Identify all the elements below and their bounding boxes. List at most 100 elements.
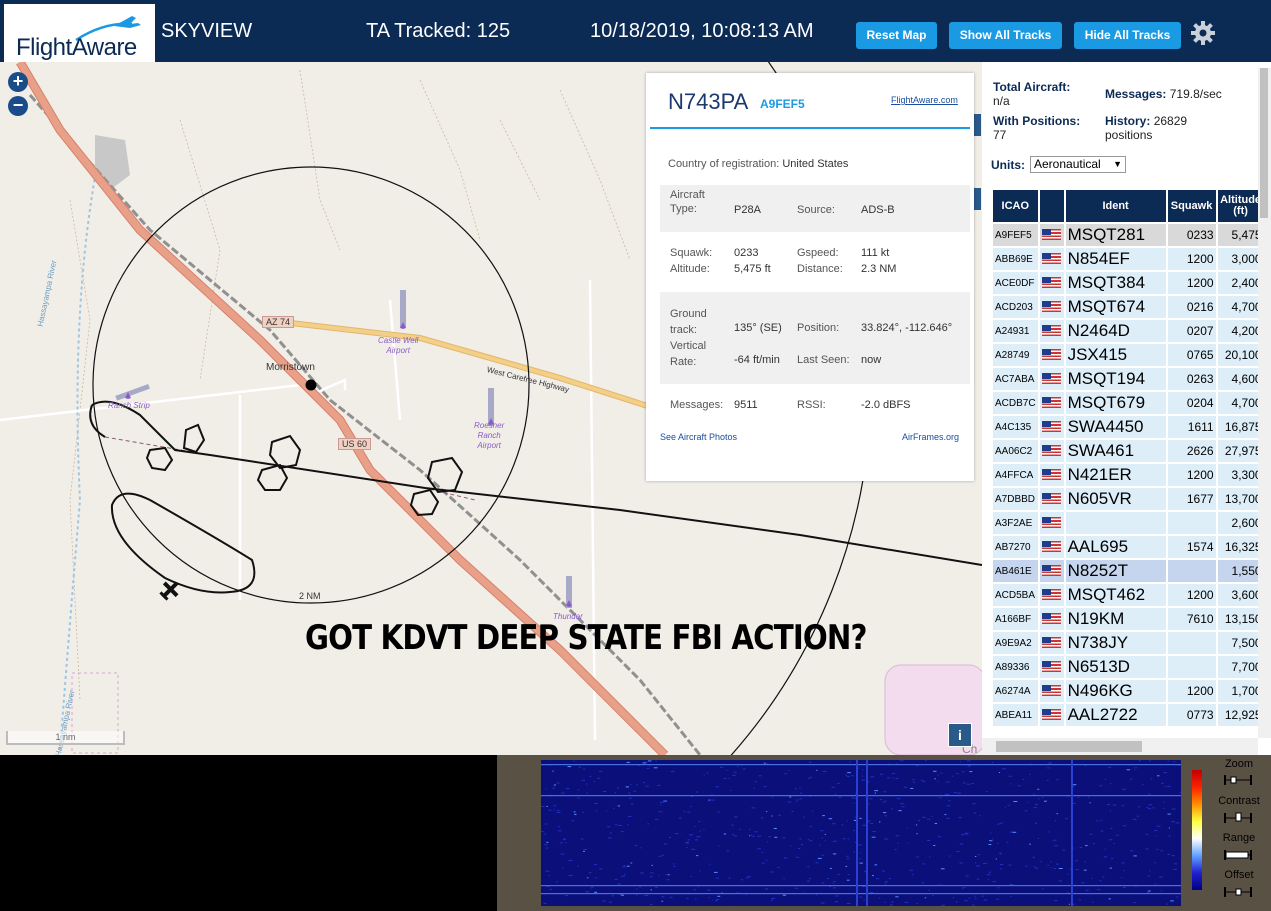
flag-cell [1039, 464, 1064, 486]
range-slider[interactable] [1222, 849, 1254, 860]
squawk-cell: 0204 [1167, 392, 1216, 414]
us-flag-icon [1041, 229, 1061, 241]
ident-cell: SWA4450 [1065, 416, 1166, 438]
icao-cell: AB461E [993, 560, 1038, 582]
flag-cell [1039, 656, 1064, 678]
horizontal-scrollbar[interactable] [982, 738, 1258, 755]
squawk-cell: 1200 [1167, 272, 1216, 294]
gspeed-value: 111 kt [861, 247, 890, 259]
ident-cell: MSQT281 [1065, 224, 1166, 246]
flag-cell [1039, 632, 1064, 654]
units-select[interactable]: Aeronautical ▼ [1030, 156, 1126, 173]
offset-slider[interactable] [1222, 886, 1254, 897]
col-icao[interactable]: ICAO [993, 190, 1038, 222]
scroll-thumb[interactable] [996, 741, 1142, 752]
table-row[interactable]: AB461E N8252T 1,550 [993, 560, 1264, 582]
altitude-cell: 27,975 [1217, 440, 1264, 462]
ident-cell: N421ER [1065, 464, 1166, 486]
panel-tab[interactable] [973, 188, 981, 210]
altitude-cell: 1,550 [1217, 560, 1264, 582]
table-row[interactable]: A3F2AE 2,600 [993, 512, 1264, 534]
col-squawk[interactable]: Squawk [1167, 190, 1216, 222]
aircraft-photos-link[interactable]: See Aircraft Photos [660, 432, 737, 442]
table-row[interactable]: A9FEF5 MSQT281 0233 5,475 [993, 224, 1264, 246]
aircraft-sidebar: Total Aircraft: n/a Messages: 719.8/sec W… [982, 62, 1271, 755]
us-flag-icon [1041, 349, 1061, 361]
panel-divider [650, 127, 970, 129]
scroll-thumb[interactable] [1260, 68, 1268, 218]
airframes-link[interactable]: AirFrames.org [902, 432, 959, 442]
gear-icon[interactable] [1190, 20, 1216, 46]
flag-cell [1039, 344, 1064, 366]
col-altitude[interactable]: Altitude (ft) [1217, 190, 1264, 222]
icao-cell: AC7ABA [993, 368, 1038, 390]
icao-cell: ABEA11 [993, 704, 1038, 726]
zoom-in-button[interactable]: + [8, 72, 28, 92]
table-row[interactable]: A28749 JSX415 0765 20,100 [993, 344, 1264, 366]
table-row[interactable]: A9E9A2 N738JY 7,500 [993, 632, 1264, 654]
col-ident[interactable]: Ident [1065, 190, 1166, 222]
reset-map-button[interactable]: Reset Map [856, 22, 937, 49]
ident-cell: AAL2722 [1065, 704, 1166, 726]
col-flag[interactable] [1039, 190, 1064, 222]
spectrum-waterfall [541, 760, 1181, 906]
table-row[interactable]: AB7270 AAL695 1574 16,325 [993, 536, 1264, 558]
ident-cell: AAL695 [1065, 536, 1166, 558]
flag-cell [1039, 608, 1064, 630]
table-row[interactable]: AC7ABA MSQT194 0263 4,600 [993, 368, 1264, 390]
table-row[interactable]: AA06C2 SWA461 2626 27,975 [993, 440, 1264, 462]
table-row[interactable]: ACD5BA MSQT462 1200 3,600 [993, 584, 1264, 606]
logo-text: FlightAware [16, 34, 137, 61]
table-row[interactable]: ACE0DF MSQT384 1200 2,400 [993, 272, 1264, 294]
table-row[interactable]: A4FFCA N421ER 1200 3,300 [993, 464, 1264, 486]
squawk-cell: 0233 [1167, 224, 1216, 246]
flag-cell [1039, 272, 1064, 294]
table-row[interactable]: ACD203 MSQT674 0216 4,700 [993, 296, 1264, 318]
altitude-cell: 3,000 [1217, 248, 1264, 270]
ident-cell: SWA461 [1065, 440, 1166, 462]
ident-cell: MSQT462 [1065, 584, 1166, 606]
panel-tab[interactable] [973, 114, 981, 136]
squawk-cell: 2626 [1167, 440, 1216, 462]
table-row[interactable]: A7DBBD N605VR 1677 13,700 [993, 488, 1264, 510]
ident-cell: N605VR [1065, 488, 1166, 510]
history-stat: History: 26829 positions [1105, 114, 1188, 142]
info-button[interactable]: i [948, 723, 972, 747]
table-row[interactable]: A89336 N6513D 7,700 [993, 656, 1264, 678]
table-row[interactable]: A24931 N2464D 0207 4,200 [993, 320, 1264, 342]
show-all-tracks-button[interactable]: Show All Tracks [949, 22, 1062, 49]
position-label: Position: [797, 322, 840, 334]
icao-cell: A89336 [993, 656, 1038, 678]
flightaware-logo[interactable]: FlightAware [4, 4, 155, 62]
squawk-cell [1167, 632, 1216, 654]
ring-label: 2 NM [299, 591, 321, 601]
flightaware-link[interactable]: FlightAware.com [891, 95, 958, 105]
squawk-cell: 0773 [1167, 704, 1216, 726]
altitude-cell: 3,600 [1217, 584, 1264, 606]
squawk-cell: 1677 [1167, 488, 1216, 510]
hide-all-tracks-button[interactable]: Hide All Tracks [1074, 22, 1181, 49]
table-row[interactable]: ABB69E N854EF 1200 3,000 [993, 248, 1264, 270]
table-row[interactable]: A166BF N19KM 7610 13,150 [993, 608, 1264, 630]
us-flag-icon [1041, 709, 1061, 721]
gspeed-label: Gspeed: [797, 247, 839, 259]
aircraft-info-panel: N743PA A9FEF5 FlightAware.com Country of… [646, 73, 974, 481]
altitude-cell: 4,700 [1217, 392, 1264, 414]
vertical-scrollbar[interactable] [1258, 68, 1271, 738]
table-row[interactable]: ACDB7C MSQT679 0204 4,700 [993, 392, 1264, 414]
zoom-out-button[interactable]: − [8, 96, 28, 116]
table-row[interactable]: A4C135 SWA4450 1611 16,875 [993, 416, 1264, 438]
icao-cell: A4C135 [993, 416, 1038, 438]
units-label: Units: [991, 158, 1025, 172]
roesner-ranch-airport-label: Roesner Ranch Airport [474, 421, 505, 450]
table-row[interactable]: A6274A N496KG 1200 1,700 [993, 680, 1264, 702]
castle-well-airport-label: Castle Well Airport [378, 336, 419, 355]
altitude-cell: 2,400 [1217, 272, 1264, 294]
us-flag-icon [1041, 253, 1061, 265]
us-flag-icon [1041, 517, 1061, 529]
contrast-control-label: Contrast [1218, 795, 1260, 807]
ident-cell: N2464D [1065, 320, 1166, 342]
table-row[interactable]: ABEA11 AAL2722 0773 12,925 [993, 704, 1264, 726]
zoom-slider[interactable] [1222, 774, 1254, 785]
contrast-slider[interactable] [1222, 812, 1254, 823]
